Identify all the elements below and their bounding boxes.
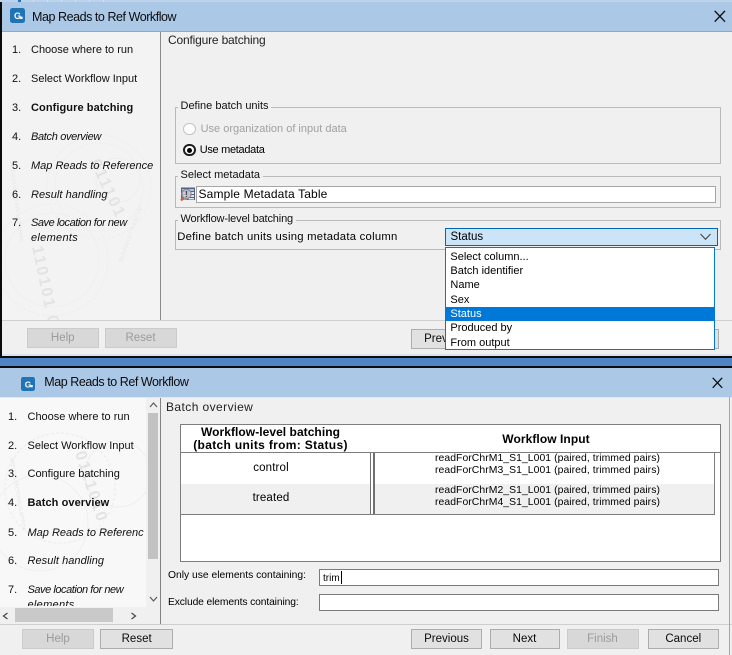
svg-text:!: ! [185, 190, 188, 199]
svg-text:STICALLY IE MID BYD LILP WHITG: STICALLY IE MID BYD LILP WHITG [8, 162, 24, 243]
svg-text:0111010: 0111010 [71, 449, 110, 525]
svg-text:G: G [24, 379, 31, 389]
svg-text:G: G [14, 11, 21, 21]
svg-text:110101 0: 110101 0 [28, 244, 62, 319]
